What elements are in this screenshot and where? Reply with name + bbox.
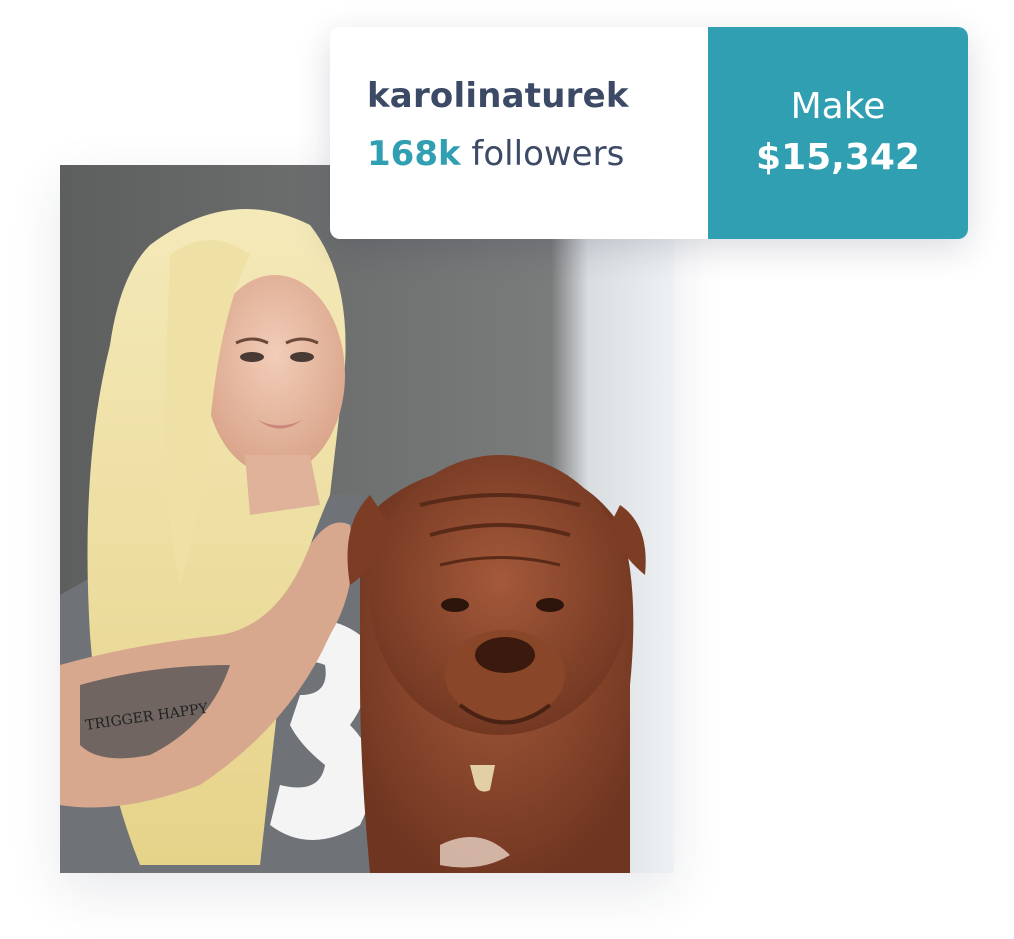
earnings-label: Make — [790, 86, 886, 127]
followers-line: 168k followers — [367, 133, 708, 175]
earnings-panel: Make $15,342 — [708, 27, 968, 239]
followers-label: followers — [471, 134, 625, 174]
profile-info: karolinaturek 168k followers — [330, 27, 708, 239]
earnings-amount: $15,342 — [756, 137, 920, 178]
username: karolinaturek — [367, 76, 629, 116]
followers-count: 168k — [367, 134, 461, 174]
profile-photo: TRIGGER HAPPY — [60, 165, 674, 873]
photo-illustration: TRIGGER HAPPY — [60, 165, 674, 873]
influencer-stat-card: karolinaturek 168k followers Make $15,34… — [330, 27, 968, 239]
